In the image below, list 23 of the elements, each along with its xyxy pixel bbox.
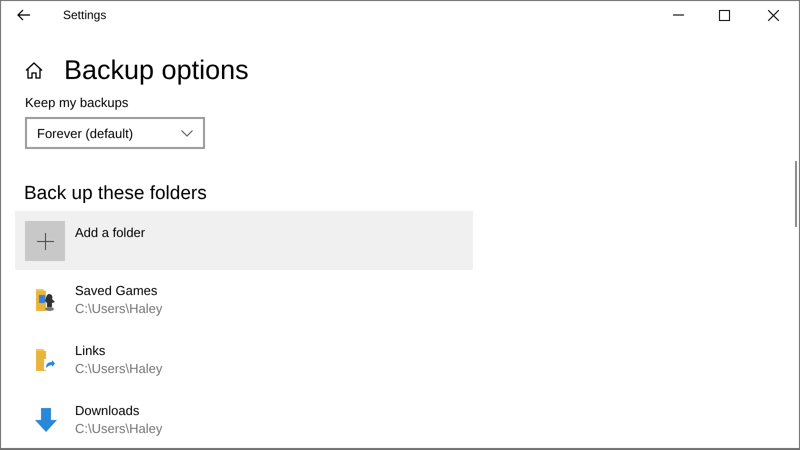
folder-path: C:\Users\Haley [75,421,162,436]
page-title: Backup options [64,54,249,87]
folder-games-icon [34,287,58,313]
scrollbar-thumb[interactable] [795,161,797,227]
back-arrow-icon [17,9,31,21]
folder-shortcut-icon [34,347,58,373]
add-folder-button[interactable]: Add a folder [15,211,473,270]
download-arrow-icon [34,407,58,433]
folder-path: C:\Users\Haley [75,301,162,316]
window-title: Settings [63,8,108,22]
home-icon[interactable] [25,62,43,78]
folder-name: Saved Games [75,283,158,298]
plus-icon [36,232,54,250]
folder-name: Downloads [75,403,140,418]
section-heading: Back up these folders [24,183,208,205]
chevron-down-icon [181,130,193,136]
minimize-icon [672,14,684,16]
maximize-icon [718,10,730,20]
folder-name: Links [75,343,106,358]
keep-backups-dropdown[interactable]: Forever (default) [25,117,205,149]
folder-path: C:\Users\Haley [75,361,162,376]
field-label: Keep my backups [25,95,130,110]
close-icon [768,10,778,20]
